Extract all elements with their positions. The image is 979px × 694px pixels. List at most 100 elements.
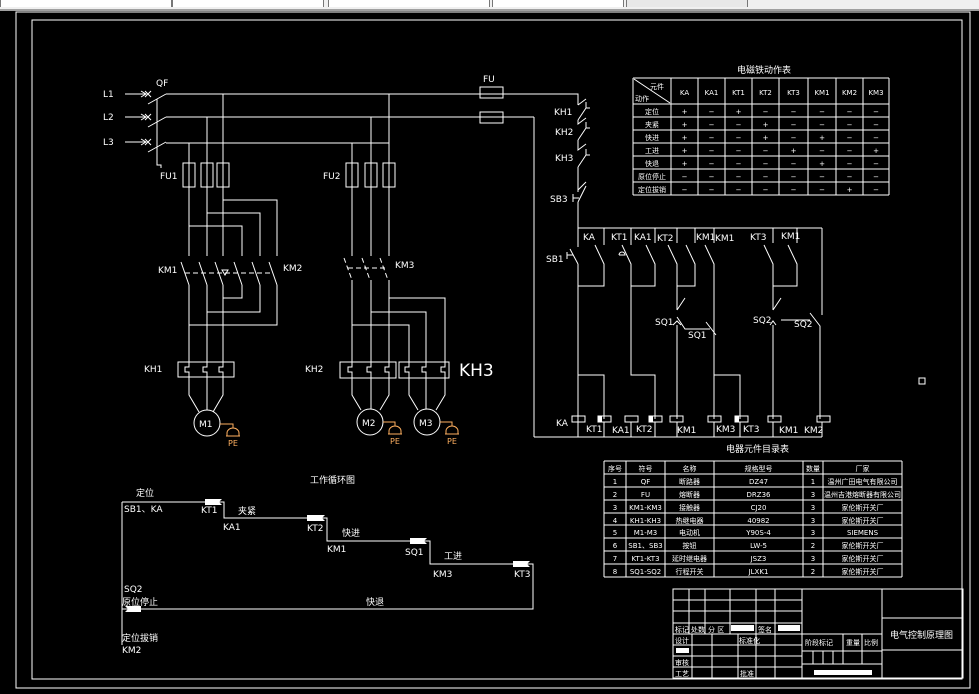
table-cell: QF — [641, 478, 651, 486]
column-header: KA1 — [705, 89, 719, 97]
coil-label: KM3 — [716, 425, 735, 435]
cycle-label: 快进 — [342, 527, 360, 539]
table-cell: − — [791, 121, 797, 129]
label-pe: PE — [228, 439, 238, 448]
cycle-label: KM3 — [433, 570, 452, 580]
label-fu1: FU1 — [160, 172, 178, 182]
table-cell: − — [819, 173, 825, 181]
column-header: KM2 — [842, 89, 857, 97]
contact-label: KT1 — [611, 233, 627, 243]
label-sb1: SB1 — [546, 255, 564, 265]
table-cell: 家伦斯开关厂 — [842, 567, 884, 576]
column-header: KT1 — [732, 89, 745, 97]
tb-label: 审核 — [675, 658, 689, 667]
table-cell: − — [819, 121, 825, 129]
tb-label: 重量 — [846, 639, 860, 647]
row-action: 快进 — [645, 133, 659, 142]
label-km2: KM2 — [283, 264, 302, 274]
table-cell: 2 — [613, 491, 617, 499]
cycle-label: KA1 — [223, 523, 241, 533]
table-cell: JSZ3 — [750, 555, 767, 563]
column-header: 符号 — [639, 464, 653, 473]
table-cell: 行程开关 — [676, 567, 704, 576]
grip-handle — [918, 377, 926, 385]
table-cell: DRZ36 — [747, 491, 772, 499]
table-cell: 1 — [613, 478, 617, 486]
table-cell: + — [682, 160, 688, 168]
label-fu: FU — [483, 75, 495, 85]
table-cell: − — [763, 147, 769, 155]
cycle-label: KM1 — [327, 545, 346, 555]
cycle-label: 夹紧 — [238, 505, 256, 517]
toolbar-field[interactable] — [172, 0, 324, 7]
contact-label: KM1 — [781, 232, 800, 242]
label-l2: L2 — [103, 113, 114, 123]
table-cell: − — [791, 108, 797, 116]
toolbar-field[interactable] — [0, 0, 172, 7]
row-action: 定位拔销 — [638, 185, 666, 194]
column-header: KM3 — [868, 89, 883, 97]
toolbar-field[interactable] — [492, 0, 624, 7]
cycle-label: SQ2 — [124, 585, 143, 595]
earth-pe-icon — [383, 421, 402, 435]
cycle-label: 定位拔销 — [122, 632, 158, 644]
table-cell: Y90S-4 — [745, 529, 771, 537]
table-cell: − — [736, 121, 742, 129]
label-l3: L3 — [103, 138, 114, 148]
row-action: 夹紧 — [645, 120, 659, 129]
table-cell: 热继电器 — [676, 516, 704, 525]
power-circuit: L1 L2 L3 QF FU1 FU2 FU KM1 KM2 KM3 KH1 K… — [103, 75, 578, 448]
table-cell: − — [709, 160, 715, 168]
tb-label: 设计 — [675, 636, 689, 645]
table-cell: − — [847, 160, 853, 168]
toolbar-field[interactable] — [626, 0, 748, 7]
label-qf: QF — [156, 79, 168, 89]
label-sq2: SQ2 — [794, 320, 813, 330]
table-cell: − — [709, 147, 715, 155]
cad-drawing-canvas[interactable]: L1 L2 L3 QF FU1 FU2 FU KM1 KM2 KM3 KH1 K… — [0, 11, 979, 694]
tb-label: 比例 — [864, 638, 878, 647]
column-header: KT2 — [759, 89, 772, 97]
table-cell: − — [709, 108, 715, 116]
tb-label: 签名 — [758, 625, 772, 634]
table-cell: 3 — [811, 555, 815, 563]
table-cell: − — [736, 186, 742, 194]
coil-label: KM2 — [804, 426, 823, 436]
table-cell: − — [736, 134, 742, 142]
table-cell: 5 — [613, 529, 617, 537]
label-m1: M1 — [199, 420, 213, 430]
table-cell: − — [791, 173, 797, 181]
table-cell: 熔断器 — [679, 490, 700, 499]
table-cell: − — [873, 108, 879, 116]
cycle-label: KM2 — [122, 646, 141, 656]
contact-label: KA1 — [634, 233, 652, 243]
table-cell: + — [791, 147, 797, 155]
table-cell: − — [709, 121, 715, 129]
label-l1: L1 — [103, 90, 114, 100]
coil-label: KA1 — [612, 426, 630, 436]
table-cell: + — [847, 186, 853, 194]
corner-label-top: 元件 — [650, 82, 664, 91]
table-cell: + — [736, 108, 742, 116]
table-cell: KH1-KH3 — [630, 517, 661, 525]
cycle-label: 定位 — [136, 487, 154, 499]
toolbar-field[interactable] — [328, 0, 490, 7]
table-cell: − — [819, 186, 825, 194]
label-sq1: SQ1 — [655, 318, 674, 328]
table-cell: − — [682, 186, 688, 194]
parts-table-title: 电器元件目录表 — [726, 443, 789, 455]
table-cell: KT1-KT3 — [631, 555, 659, 563]
table-cell: − — [791, 160, 797, 168]
column-header: 数量 — [806, 464, 820, 473]
table-cell: 按钮 — [683, 541, 697, 550]
table-cell: − — [847, 147, 853, 155]
coil-label: KM1 — [677, 426, 696, 436]
coil-label: KT1 — [586, 425, 602, 435]
action-table-title: 电磁铁动作表 — [737, 64, 791, 76]
label-kh2: KH2 — [305, 365, 323, 375]
coil-label: KT2 — [636, 425, 652, 435]
table-cell: − — [763, 186, 769, 194]
table-cell: 3 — [811, 504, 815, 512]
cycle-title: 工作循环图 — [310, 474, 355, 486]
table-cell: − — [736, 173, 742, 181]
